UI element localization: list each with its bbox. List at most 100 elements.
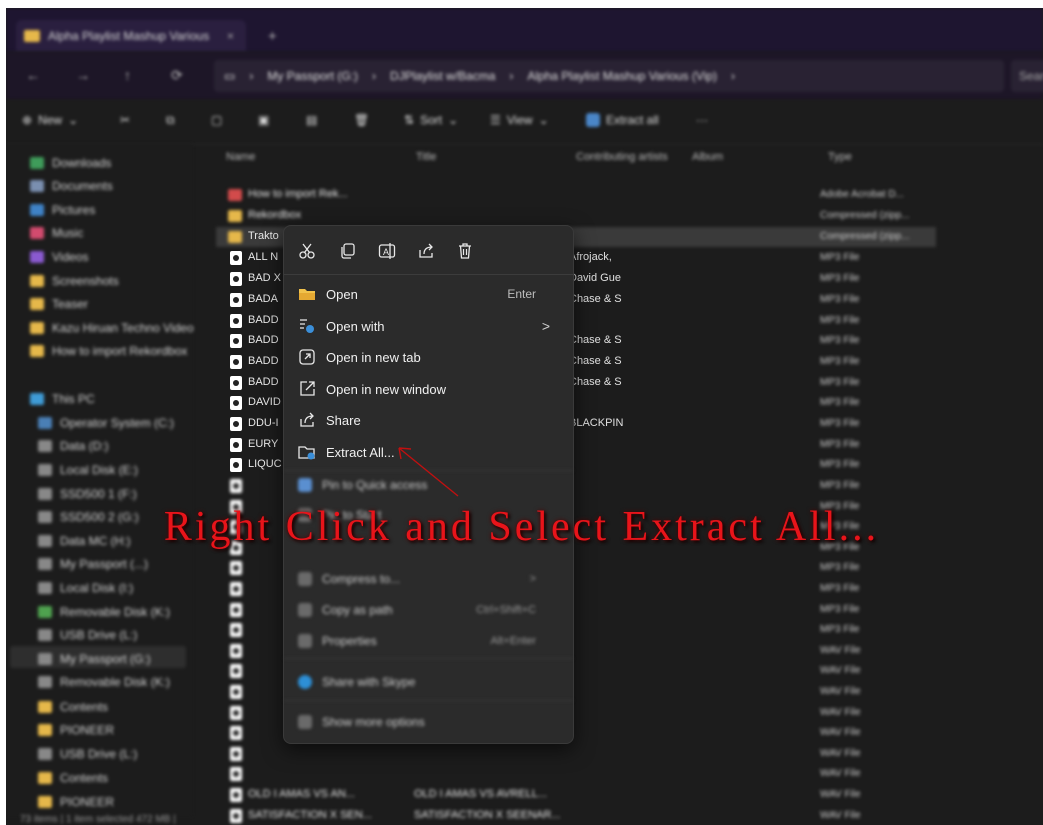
file-type: MP3 File: [820, 294, 860, 305]
view-button[interactable]: ☰ View ⌄: [490, 113, 549, 127]
menu-item-shortcut: Ctrl+Shift+C: [476, 604, 536, 616]
file-name[interactable]: BADD: [248, 355, 279, 367]
up-icon[interactable]: ↑: [124, 67, 131, 83]
cut-icon[interactable]: ✂: [120, 113, 130, 127]
sidebar-item-pinned[interactable]: Teaser: [30, 294, 88, 314]
sidebar-item-pinned[interactable]: Music: [30, 223, 83, 243]
navigation-pane: Downloads Documents Pictures Music Videos Scr…: [6, 144, 194, 816]
file-type: MP3 File: [820, 335, 860, 346]
sidebar-item-drive[interactable]: USB Drive (L:): [38, 744, 137, 764]
file-name[interactable]: OLD I AMAS VS AN...: [248, 788, 355, 800]
new-tab-button[interactable]: +: [268, 28, 277, 45]
menu-item-pin-quick-access[interactable]: Pin to Quick access: [298, 473, 560, 497]
sidebar-item-drive[interactable]: Removable Disk (K:): [38, 602, 170, 622]
file-name[interactable]: BAD X: [248, 272, 281, 284]
file-name[interactable]: ALL N: [248, 251, 278, 263]
sidebar-item-drive[interactable]: PIONEER: [38, 720, 114, 740]
file-name[interactable]: DDU-I: [248, 417, 279, 429]
file-title: SATISFACTION X SEENAR...: [414, 808, 561, 821]
file-type: WAV File: [820, 706, 861, 718]
menu-item-label: Properties: [322, 634, 377, 648]
folder-icon: [30, 227, 44, 239]
menu-item-copy-path[interactable]: Copy as path Ctrl+Shift+C: [298, 598, 560, 622]
column-title[interactable]: Title: [416, 151, 436, 163]
sidebar-item-drive[interactable]: My Passport (...): [38, 554, 148, 574]
file-name[interactable]: LIQUC: [248, 458, 282, 470]
column-artists[interactable]: Contributing artists: [576, 151, 668, 163]
breadcrumb-folder[interactable]: DJPlaylist w/Bacma: [390, 69, 495, 83]
sidebar-item-drive[interactable]: Data (D:): [38, 436, 109, 456]
breadcrumb-current[interactable]: Alpha Playlist Mashup Various (Vip): [527, 69, 717, 83]
sidebar-item-drive[interactable]: Contents: [38, 768, 108, 788]
sidebar-item-drive[interactable]: My Passport (G:): [38, 649, 151, 669]
sidebar-item-drive[interactable]: Local Disk (I:): [38, 578, 133, 598]
address-bar[interactable]: ▭ › My Passport (G:) › DJPlaylist w/Bacm…: [214, 60, 1004, 92]
sidebar-item-label: SSD500 1 (F:): [60, 487, 137, 501]
audio-file-icon: [230, 251, 242, 265]
sidebar-item-drive[interactable]: Operator System (C:): [38, 413, 174, 433]
rename-icon[interactable]: ▣: [258, 113, 269, 127]
sidebar-item-pinned[interactable]: Downloads: [30, 153, 111, 173]
file-artist: Afrojack,: [569, 251, 612, 263]
sidebar-item-drive[interactable]: PIONEER: [38, 792, 114, 812]
search-input[interactable]: Sear: [1011, 60, 1043, 92]
copy-icon[interactable]: ⧉: [166, 113, 175, 128]
sidebar-item-pinned[interactable]: Screenshots: [30, 271, 119, 291]
refresh-icon[interactable]: ⟳: [171, 67, 183, 84]
sidebar-item-pinned[interactable]: Videos: [30, 247, 88, 267]
paste-icon[interactable]: ▢: [211, 113, 222, 127]
sidebar-item-pinned[interactable]: Documents: [30, 176, 113, 196]
sidebar-item-this-pc[interactable]: This PC: [30, 389, 95, 409]
file-name[interactable]: BADD: [248, 314, 279, 326]
column-album[interactable]: Album: [692, 151, 723, 163]
delete-icon[interactable]: 🗑: [354, 113, 369, 127]
menu-item-label: Show more options: [322, 715, 425, 729]
menu-item-label: Compress to...: [322, 572, 401, 586]
share-icon[interactable]: ▤: [306, 113, 317, 127]
sidebar-item-pinned[interactable]: How to import Rekordbox: [30, 341, 187, 361]
close-tab-icon[interactable]: ×: [227, 29, 234, 43]
file-name[interactable]: BADD: [248, 376, 279, 388]
sidebar-item-drive[interactable]: Contents: [38, 697, 108, 717]
sidebar-item-pinned[interactable]: Pictures: [30, 200, 95, 220]
sidebar-item-drive[interactable]: Local Disk (E:): [38, 460, 138, 480]
column-name[interactable]: Name: [226, 151, 255, 163]
sidebar-item-label: Downloads: [52, 156, 112, 170]
new-button[interactable]: ⊕ New ⌄: [22, 113, 78, 127]
sidebar-item-drive[interactable]: SSD500 1 (F:): [38, 484, 137, 504]
sidebar-item-pinned[interactable]: Kazu Hiruan Techno Video: [30, 318, 194, 338]
menu-item-properties[interactable]: Properties Alt+Enter: [298, 629, 560, 653]
sidebar-item-label: Videos: [52, 250, 89, 264]
file-name[interactable]: SATISFACTION X SEN...: [248, 809, 372, 821]
audio-file-icon: [230, 643, 242, 658]
audio-file-icon: [230, 726, 242, 741]
forward-icon[interactable]: →: [76, 67, 90, 83]
file-name[interactable]: DAVID: [248, 396, 281, 408]
drive-icon: [38, 582, 52, 594]
file-artist: Chase & S: [569, 334, 622, 346]
audio-file-icon: [230, 314, 242, 328]
audio-file-icon: [230, 438, 242, 452]
audio-file-icon: [230, 767, 242, 782]
menu-item-share-skype[interactable]: Share with Skype: [298, 670, 560, 694]
menu-item-compress[interactable]: Compress to... >: [298, 567, 560, 591]
sidebar-item-drive[interactable]: USB Drive (L:): [38, 625, 137, 645]
folder-icon: [30, 345, 44, 357]
back-icon[interactable]: ←: [26, 67, 40, 83]
skype-icon: [298, 675, 312, 689]
sort-button[interactable]: ⇅ Sort ⌄: [404, 113, 458, 127]
breadcrumb-drive[interactable]: My Passport (G:): [267, 69, 358, 83]
tab-alpha-playlist[interactable]: Alpha Playlist Mashup Various ×: [16, 20, 246, 52]
column-type[interactable]: Type: [828, 151, 852, 163]
sidebar-item-drive[interactable]: Removable Disk (K:): [38, 672, 170, 692]
file-type: MP3 File: [820, 273, 860, 284]
file-name[interactable]: EURY: [248, 438, 278, 450]
extract-all-button[interactable]: Extract all: [586, 113, 659, 127]
file-name-selected: Trakto: [248, 230, 279, 242]
folder-icon: [30, 322, 44, 334]
file-name[interactable]: BADD: [248, 334, 279, 346]
more-options-icon[interactable]: ···: [696, 113, 708, 127]
file-name[interactable]: BADA: [248, 293, 278, 305]
drive-icon: [38, 558, 52, 570]
menu-item-show-more-options[interactable]: Show more options: [298, 710, 560, 734]
